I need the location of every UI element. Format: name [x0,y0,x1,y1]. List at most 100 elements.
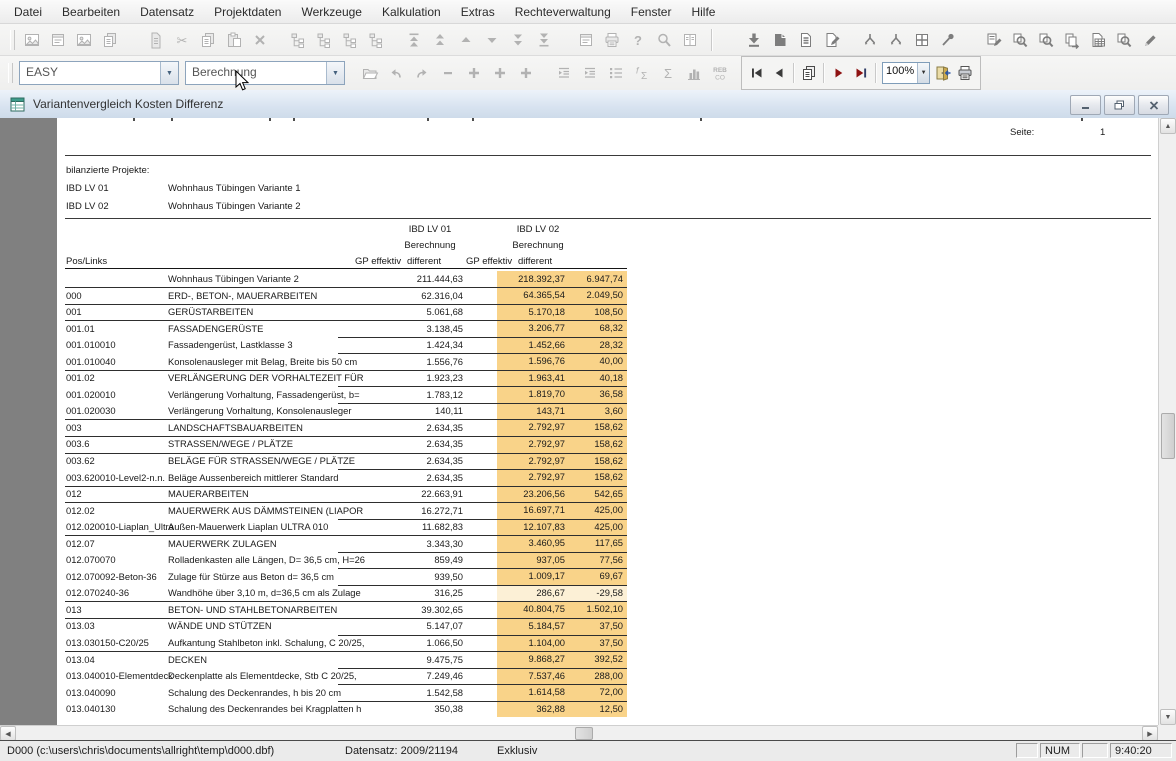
scroll-down-button[interactable]: ▼ [1160,709,1176,725]
numbered-list-icon[interactable] [605,62,627,84]
row-gp1-value: 9.475,75 [383,654,463,665]
move-down-icon[interactable] [481,29,503,51]
minimize-button[interactable] [1070,95,1101,115]
move-last-icon[interactable] [533,29,555,51]
scroll-up-button[interactable]: ▲ [1160,118,1176,134]
move-up-fast-icon[interactable] [429,29,451,51]
link-in-icon[interactable] [859,29,881,51]
price-table-icon[interactable] [1087,29,1109,51]
move-down-fast-icon[interactable] [507,29,529,51]
search-text-icon[interactable] [1113,29,1135,51]
move-first-icon[interactable] [403,29,425,51]
project-combobox[interactable]: EASY ▼ [19,61,179,85]
search-icon[interactable] [653,29,675,51]
print-icon[interactable] [601,29,623,51]
scroll-left-button[interactable]: ◀ [0,726,16,741]
close-preview-button[interactable] [932,62,954,84]
menu-item-extras[interactable]: Extras [451,2,505,22]
table-rule-line [338,635,627,636]
link-out-icon[interactable] [885,29,907,51]
menu-item-datei[interactable]: Datei [4,2,52,22]
toolbar-separator [875,63,877,83]
edit-text-icon[interactable] [1139,29,1161,51]
insert-level-icon[interactable] [287,29,309,51]
vertical-scroll-thumb[interactable] [1161,413,1175,459]
chevron-down-icon[interactable]: ▼ [326,62,344,84]
indent-icon[interactable] [579,62,601,84]
menu-item-bearbeiten[interactable]: Bearbeiten [52,2,130,22]
edit-calculation-icon[interactable] [983,29,1005,51]
delete-icon[interactable] [249,29,271,51]
properties-icon[interactable] [575,29,597,51]
toolbar-grip[interactable] [8,63,13,83]
clipped-text-fragment [700,118,702,121]
last-page-button[interactable] [850,62,872,84]
menu-item-werkzeuge[interactable]: Werkzeuge [291,2,371,22]
insert-sublevel-icon[interactable] [313,29,335,51]
menu-item-projektdaten[interactable]: Projektdaten [204,2,291,22]
undo-icon[interactable] [385,62,407,84]
split-view-icon[interactable] [679,29,701,51]
formula-sum-icon[interactable]: fΣ [631,62,653,84]
pin-icon[interactable] [937,29,959,51]
document-titlebar[interactable]: Variantenvergleich Kosten Differenz [0,90,1176,119]
row-pos: 012.070070 [66,554,176,565]
copy-page-button[interactable] [798,62,820,84]
redo-icon[interactable] [411,62,433,84]
new-icon[interactable] [145,29,167,51]
zoom-combobox-value: 100% [883,63,917,83]
menu-item-fenster[interactable]: Fenster [621,2,682,22]
remove-position-icon[interactable] [437,62,459,84]
copy-icon[interactable] [197,29,219,51]
svg-text:REB: REB [713,67,727,74]
sum-icon[interactable]: Σ [657,62,679,84]
row-text: BELÄGE FÜR STRASSEN/WEGE / PLÄTZE [168,455,403,466]
search-db-icon[interactable] [1009,29,1031,51]
add-position-icon[interactable] [489,62,511,84]
import-icon[interactable] [743,29,765,51]
menu-item-hilfe[interactable]: Hilfe [681,2,725,22]
insert-position-icon[interactable] [463,62,485,84]
print-page-button[interactable] [954,62,976,84]
add-subposition-icon[interactable] [515,62,537,84]
horizontal-scroll-thumb[interactable] [575,727,593,740]
edit-doc-icon[interactable] [821,29,843,51]
prev-page-button[interactable] [768,62,790,84]
chevron-down-icon[interactable]: ▼ [160,62,178,84]
table-icon[interactable] [911,29,933,51]
view-combobox[interactable]: Berechnung ▼ [185,61,345,85]
chevron-down-icon[interactable]: ▼ [917,63,929,83]
menu-item-kalkulation[interactable]: Kalkulation [372,2,451,22]
outdent-icon[interactable] [553,62,575,84]
help-icon[interactable]: ? [627,29,649,51]
row-pos: 003.62 [66,455,176,466]
cut-icon[interactable]: ✂ [171,29,193,51]
row-diff-value: 69,67 [569,568,627,585]
import-docs-icon[interactable] [1061,29,1083,51]
statistics-icon[interactable] [683,62,705,84]
export-icon[interactable] [769,29,791,51]
open-icon[interactable] [359,62,381,84]
menu-item-datensatz[interactable]: Datensatz [130,2,204,22]
next-page-button[interactable] [828,62,850,84]
table-rule-line [65,304,627,305]
reb-icon[interactable]: REBCO [709,62,731,84]
close-button[interactable] [1138,95,1169,115]
preview-picture-icon[interactable] [21,29,43,51]
first-page-button[interactable] [746,62,768,84]
export-doc-icon[interactable] [795,29,817,51]
picture-icon[interactable] [73,29,95,51]
zoom-combobox[interactable]: 100%▼ [882,62,930,84]
search-project-icon[interactable] [1035,29,1057,51]
move-up-icon[interactable] [455,29,477,51]
copy-report-icon[interactable] [99,29,121,51]
restore-button[interactable] [1104,95,1135,115]
report-form-icon[interactable] [47,29,69,51]
indent-level-icon[interactable] [365,29,387,51]
table-rule-line [65,486,627,487]
toolbar-grip[interactable] [10,30,15,50]
scroll-right-button[interactable]: ▶ [1142,726,1158,741]
menu-item-rechteverwaltung[interactable]: Rechteverwaltung [505,2,621,22]
paste-icon[interactable] [223,29,245,51]
outdent-level-icon[interactable] [339,29,361,51]
